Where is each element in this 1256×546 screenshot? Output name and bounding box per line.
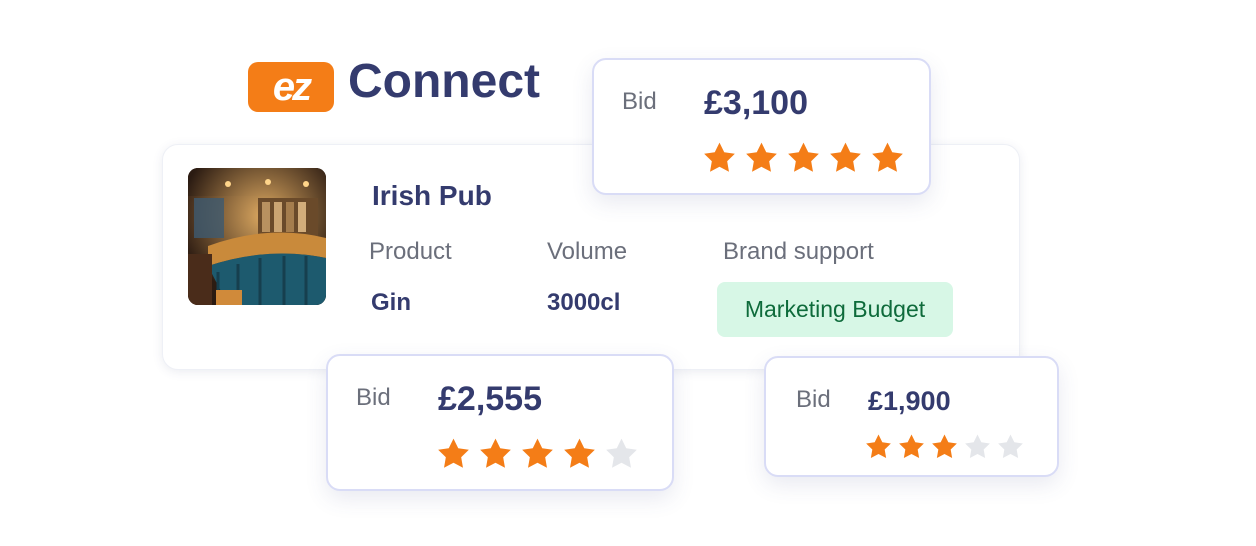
star-empty-icon <box>965 434 990 459</box>
product-label: Product <box>369 238 452 265</box>
star-filled-icon <box>932 434 957 459</box>
ez-logo-badge: ez <box>248 62 334 112</box>
star-empty-icon <box>998 434 1023 459</box>
star-filled-icon <box>438 438 469 468</box>
star-filled-icon <box>830 142 861 172</box>
bid-amount: £2,555 <box>438 380 542 418</box>
bid-card-2[interactable]: Bid £2,555 <box>326 354 674 491</box>
brand-support-label: Brand support <box>723 238 874 265</box>
bid-card-3[interactable]: Bid £1,900 <box>764 356 1059 477</box>
bid-label: Bid <box>796 386 831 413</box>
pub-interior-image <box>188 168 326 305</box>
bid-card-1[interactable]: Bid £3,100 <box>592 58 931 195</box>
bid-amount: £3,100 <box>704 84 808 122</box>
star-filled-icon <box>480 438 511 468</box>
volume-value: 3000cl <box>547 289 621 316</box>
star-rating <box>866 434 1023 459</box>
star-rating <box>438 438 637 469</box>
venue-title: Irish Pub <box>372 180 492 211</box>
star-filled-icon <box>872 142 903 172</box>
logo-text: ez <box>272 65 312 109</box>
product-value: Gin <box>371 289 411 316</box>
star-empty-icon <box>606 438 637 468</box>
pub-interior-photo <box>188 168 326 305</box>
bid-label: Bid <box>356 384 391 411</box>
star-filled-icon <box>788 142 819 172</box>
bid-amount: £1,900 <box>868 386 951 416</box>
volume-label: Volume <box>547 238 628 265</box>
star-filled-icon <box>866 434 891 459</box>
star-filled-icon <box>899 434 924 459</box>
brand-name: Connect <box>348 55 540 108</box>
bid-label: Bid <box>622 88 657 115</box>
star-rating <box>704 142 903 173</box>
star-filled-icon <box>564 438 595 468</box>
star-filled-icon <box>704 142 735 172</box>
brand-support-badge: Marketing Budget <box>717 282 953 337</box>
star-filled-icon <box>746 142 777 172</box>
star-filled-icon <box>522 438 553 468</box>
